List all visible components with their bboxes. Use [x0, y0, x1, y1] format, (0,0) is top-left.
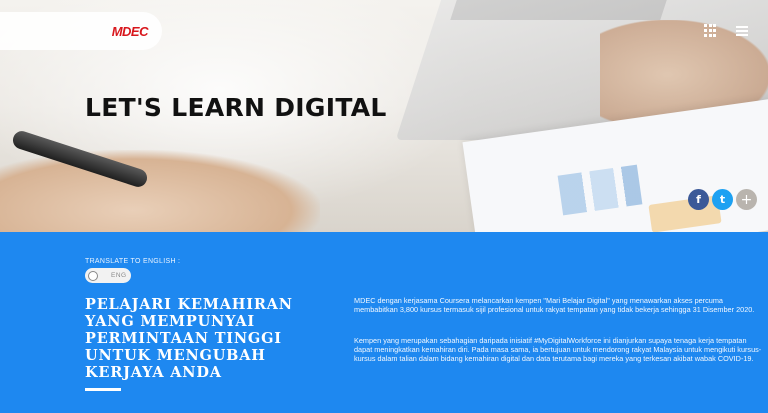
content-section: TRANSLATE TO ENGLISH : ENG PELAJARI KEMA… — [0, 232, 768, 413]
hero-banner: MDEC LET'S LEARN DIGITAL f t + — [0, 0, 768, 232]
description-paragraph-1: MDEC dengan kerjasama Coursera melancark… — [354, 296, 755, 315]
logo-container[interactable]: MDEC — [0, 12, 162, 50]
facebook-share-button[interactable]: f — [688, 189, 709, 210]
plus-icon: + — [740, 191, 753, 208]
twitter-share-button[interactable]: t — [712, 189, 733, 210]
hero-hand-left — [0, 150, 320, 232]
section-heading: PELAJARI KEMAHIRAN YANG MEMPUNYAI PERMIN… — [85, 296, 293, 381]
description-paragraph-2: Kempen yang merupakan sebahagian daripad… — [354, 336, 762, 364]
grid-icon[interactable] — [704, 24, 718, 38]
twitter-icon: t — [719, 193, 726, 206]
heading-underline — [85, 388, 121, 391]
translate-toggle[interactable]: ENG — [85, 268, 131, 283]
mdec-logo[interactable]: MDEC — [112, 24, 149, 39]
menu-icon[interactable] — [736, 24, 750, 38]
translate-label: TRANSLATE TO ENGLISH : — [85, 258, 181, 265]
share-buttons: f t + — [688, 189, 757, 210]
facebook-icon: f — [696, 193, 701, 206]
toggle-knob — [88, 270, 98, 281]
page-title: LET'S LEARN DIGITAL — [85, 93, 387, 122]
more-share-button[interactable]: + — [736, 189, 757, 210]
toggle-text: ENG — [111, 272, 127, 279]
header-nav — [704, 24, 750, 38]
